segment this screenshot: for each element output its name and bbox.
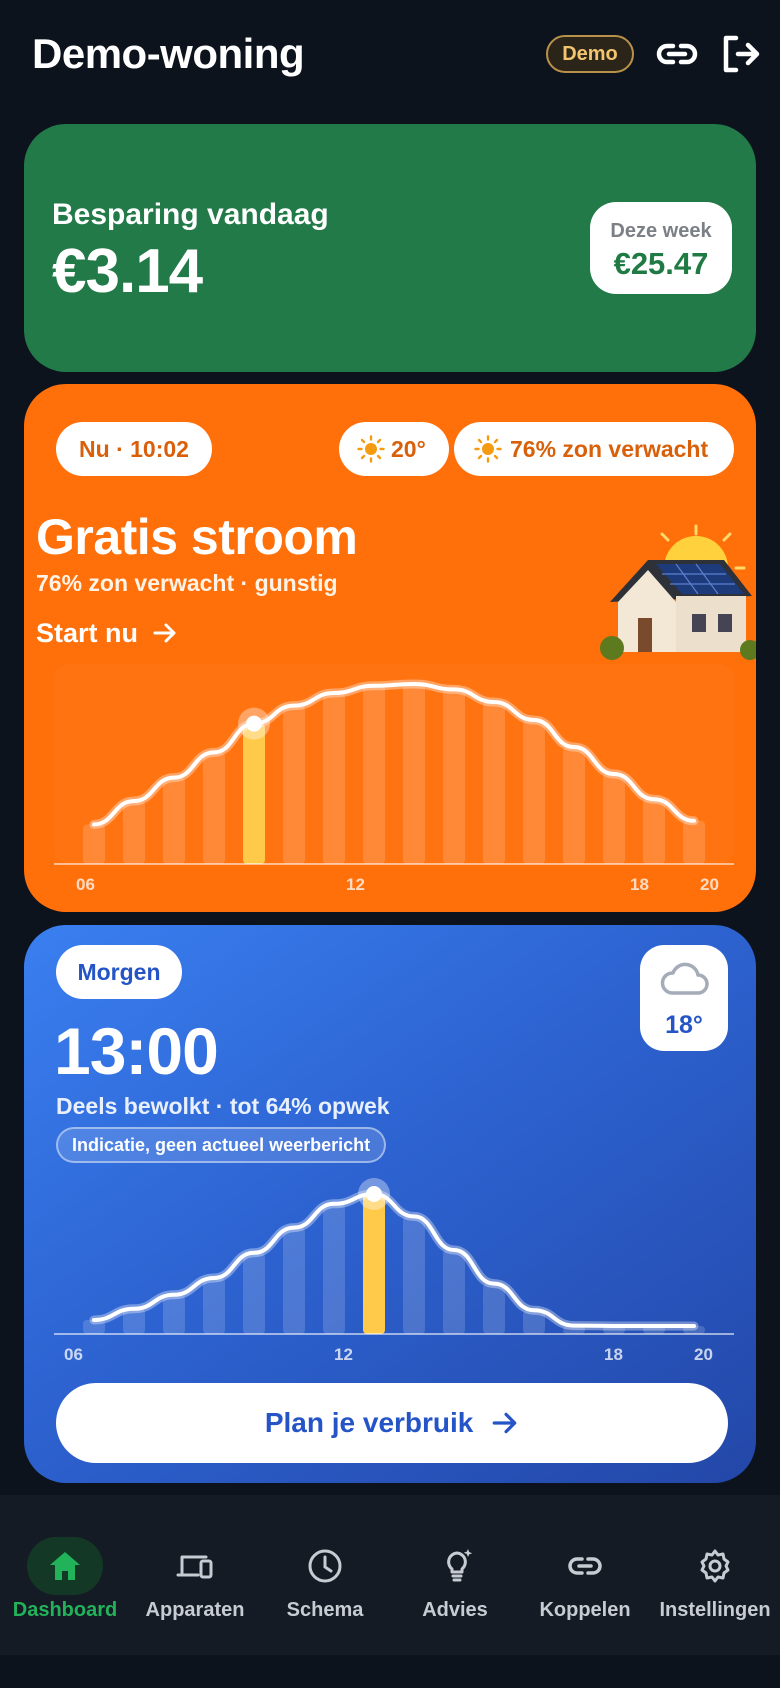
current-point bbox=[366, 1186, 382, 1202]
chart-bar bbox=[83, 824, 105, 864]
chart-bar bbox=[323, 693, 345, 864]
today-solar-chart: 06 12 18 20 bbox=[54, 664, 734, 894]
chart-bar bbox=[603, 774, 625, 864]
savings-value: €3.14 bbox=[52, 237, 203, 306]
chart-bar bbox=[563, 747, 585, 864]
forecast-disclaimer: Indicatie, geen actueel weerbericht bbox=[56, 1127, 387, 1163]
tomorrow-weather-box: 18° bbox=[640, 945, 728, 1051]
link-icon[interactable] bbox=[653, 30, 701, 78]
savings-label: Besparing vandaag bbox=[52, 198, 329, 231]
x-tick-18: 18 bbox=[630, 875, 649, 894]
temperature-pill: 20° bbox=[339, 422, 449, 476]
nav-label: Apparaten bbox=[145, 1599, 245, 1621]
chart-bar bbox=[363, 685, 385, 864]
tomorrow-temp: 18° bbox=[665, 1011, 703, 1039]
sun-icon bbox=[357, 435, 385, 463]
chart-bar bbox=[523, 720, 545, 864]
nav-label: Schema bbox=[286, 1599, 364, 1621]
lightbulb-icon bbox=[447, 1549, 473, 1582]
clock-icon bbox=[308, 1549, 342, 1583]
current-point bbox=[246, 715, 262, 732]
chart-bar bbox=[203, 752, 225, 864]
chart-bar bbox=[323, 1203, 345, 1334]
x-tick-20: 20 bbox=[700, 875, 719, 894]
chart-bar bbox=[123, 801, 145, 864]
chart-bar bbox=[243, 1252, 265, 1334]
home-icon bbox=[50, 1552, 80, 1580]
chart-background bbox=[54, 664, 734, 864]
nav-item-apparaten[interactable]: Apparaten bbox=[130, 1537, 260, 1637]
x-tick-12: 12 bbox=[346, 875, 365, 894]
tomorrow-card[interactable]: Morgen 18° 13:00 Deels bewolkt · tot 64%… bbox=[24, 925, 756, 1483]
nav-item-schema[interactable]: Schema bbox=[260, 1537, 390, 1637]
savings-card: Besparing vandaag €3.14 Deze week €25.47 bbox=[24, 124, 756, 372]
arrow-right-icon bbox=[153, 623, 176, 643]
chart-bar bbox=[203, 1278, 225, 1334]
nav-label: Koppelen bbox=[539, 1599, 631, 1621]
chart-bar bbox=[163, 1294, 185, 1334]
sun-forecast-value: 76% zon verwacht bbox=[510, 436, 709, 462]
best-time: 13:00 bbox=[54, 1014, 219, 1088]
nav-item-advies[interactable]: Advies bbox=[390, 1537, 520, 1637]
demo-badge: Demo bbox=[546, 35, 634, 73]
logout-icon[interactable] bbox=[716, 30, 764, 78]
chart-bar bbox=[443, 1250, 465, 1334]
tomorrow-pill: Morgen bbox=[56, 945, 182, 999]
devices-icon bbox=[176, 1555, 213, 1579]
chart-bar bbox=[483, 1283, 505, 1334]
x-tick-06: 06 bbox=[76, 875, 95, 894]
chart-bar bbox=[443, 689, 465, 864]
x-tick-06: 06 bbox=[64, 1345, 83, 1364]
week-savings-box: Deze week €25.47 bbox=[590, 202, 732, 294]
nav-label: Dashboard bbox=[12, 1599, 118, 1621]
sun-forecast-pill: 76% zon verwacht bbox=[454, 422, 734, 476]
nav-item-dashboard[interactable]: Dashboard bbox=[0, 1537, 130, 1637]
today-headline: Gratis stroom bbox=[36, 509, 358, 565]
week-value: €25.47 bbox=[613, 246, 709, 281]
arrow-right-icon bbox=[492, 1412, 517, 1434]
today-subtitle: 76% zon verwacht · gunstig bbox=[36, 570, 338, 596]
gear-icon bbox=[700, 1549, 730, 1583]
chart-bar bbox=[403, 684, 425, 864]
solar-house-illustration bbox=[600, 524, 756, 660]
chart-bar bbox=[683, 820, 705, 864]
today-card[interactable]: Nu · 10:02 20° 76% zon verwacht Gratis s… bbox=[24, 384, 756, 912]
temperature-value: 20° bbox=[391, 436, 426, 462]
bottom-navigation: Dashboard Apparaten Schema Advies Koppel… bbox=[0, 1495, 780, 1655]
nav-item-instellingen[interactable]: Instellingen bbox=[650, 1537, 780, 1637]
tomorrow-solar-chart: 06 12 18 20 bbox=[54, 1178, 734, 1364]
plan-usage-label: Plan je verbruik bbox=[264, 1407, 474, 1438]
nav-label: Advies bbox=[422, 1599, 488, 1621]
nav-label: Instellingen bbox=[659, 1599, 771, 1621]
x-tick-18: 18 bbox=[604, 1345, 623, 1364]
chart-bar bbox=[403, 1216, 425, 1334]
tomorrow-subtitle: Deels bewolkt · tot 64% opwek bbox=[56, 1093, 390, 1119]
highlight-bar bbox=[363, 1194, 385, 1334]
cloud-icon bbox=[660, 962, 709, 995]
now-pill: Nu · 10:02 bbox=[56, 422, 212, 476]
start-now-label: Start nu bbox=[36, 618, 139, 648]
x-tick-20: 20 bbox=[694, 1345, 713, 1364]
chart-bar bbox=[483, 702, 505, 864]
sun-icon bbox=[474, 435, 502, 463]
chart-bar bbox=[643, 799, 665, 864]
week-label: Deze week bbox=[610, 220, 712, 242]
chart-bar bbox=[163, 777, 185, 864]
page-title: Demo-woning bbox=[32, 30, 305, 77]
start-now-button[interactable]: Start nu bbox=[36, 618, 178, 649]
nav-item-koppelen[interactable]: Koppelen bbox=[520, 1537, 650, 1637]
plan-usage-button[interactable]: Plan je verbruik bbox=[56, 1383, 728, 1463]
x-tick-12: 12 bbox=[334, 1345, 353, 1364]
highlight-bar bbox=[243, 723, 265, 864]
link-icon bbox=[568, 1557, 602, 1575]
app-header: Demo-woning Demo bbox=[0, 0, 780, 118]
chart-bar bbox=[283, 705, 305, 864]
chart-bar bbox=[283, 1227, 305, 1334]
